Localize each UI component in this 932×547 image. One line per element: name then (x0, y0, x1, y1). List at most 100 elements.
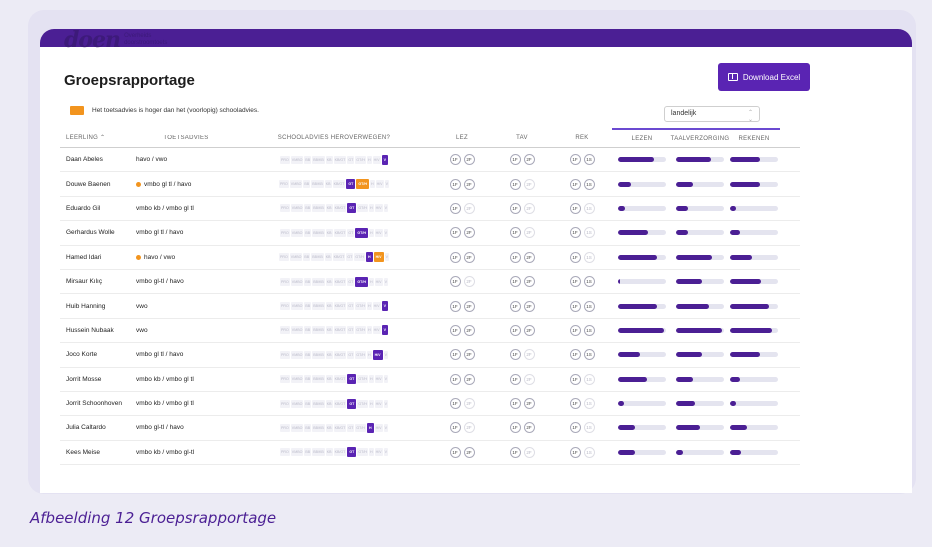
advice-chip[interactable]: KB/GT (333, 423, 347, 432)
advice-chip[interactable]: VMBO (290, 448, 304, 457)
advice-chip[interactable]: BB (304, 326, 312, 335)
advice-chip[interactable]: GT (347, 326, 355, 335)
advice-chip[interactable]: BB/KB (311, 253, 324, 262)
scope-select[interactable]: landelijk ⌃ ⌄ (664, 106, 760, 123)
advice-chip[interactable]: KB (325, 228, 333, 237)
advice-chip[interactable]: GT (347, 228, 355, 237)
advice-chip[interactable]: BB/KB (312, 326, 325, 335)
table-row[interactable]: Jorrit Mosse vmbo kb / vmbo gl tl PRO VMBO B… (60, 368, 800, 392)
advice-chip[interactable]: VMBO (290, 204, 304, 213)
advice-chip[interactable]: KB/GT (333, 399, 347, 408)
advice-chip[interactable]: BB/KB (312, 375, 325, 384)
advice-chip[interactable]: PRO (280, 228, 290, 237)
advice-chip[interactable]: V (383, 448, 388, 457)
advice-chip[interactable]: PRO (280, 277, 290, 286)
advice-chip[interactable]: GT (347, 155, 355, 164)
advice-chip[interactable]: H/V (374, 375, 383, 384)
table-row[interactable]: Hussein Nubaak vwo PRO VMBO BB BB/KB KB KB/GT GT… (60, 319, 800, 344)
advice-chip[interactable]: GT (347, 423, 355, 432)
advice-chip[interactable]: V (384, 180, 389, 189)
table-row[interactable]: Douwe Baenen vmbo gl tl / havo PRO VMBO BB BB… (60, 172, 800, 197)
advice-chip[interactable]: VMBO (289, 253, 303, 262)
advice-chip[interactable]: GT/H (356, 179, 369, 190)
table-row[interactable]: Jorrit Schoonhoven vmbo kb / vmbo gl tl PR… (60, 392, 800, 417)
advice-chip[interactable]: BB/KB (312, 155, 325, 164)
advice-chip[interactable]: V (383, 277, 388, 286)
advice-chip[interactable]: H (368, 277, 374, 286)
advice-chip[interactable]: V (381, 325, 388, 336)
advice-chip[interactable]: GT/H (357, 448, 368, 457)
advice-chip[interactable]: V (383, 399, 388, 408)
advice-chip[interactable]: H (366, 350, 372, 359)
advice-chip[interactable]: V (381, 154, 388, 165)
student-name[interactable]: Douwe Baenen (60, 181, 128, 188)
advice-chip[interactable]: PRO (280, 399, 290, 408)
advice-chip[interactable]: H (368, 228, 374, 237)
advice-chip[interactable]: H/V (372, 302, 381, 311)
advice-chip[interactable]: VMBO (290, 228, 304, 237)
student-name[interactable]: Hussein Nubaak (60, 327, 128, 334)
advice-chip[interactable]: BB (304, 277, 312, 286)
table-row[interactable]: Hamed Idari havo / vwo PRO VMBO BB BB/KB KB KB/… (60, 246, 800, 270)
table-row[interactable]: Joco Korte vmbo gl tl / havo PRO VMBO BB BB/K… (60, 343, 800, 368)
advice-chip[interactable]: H/V (372, 155, 381, 164)
advice-chip[interactable]: H (368, 375, 374, 384)
advice-chip[interactable]: H (369, 180, 375, 189)
advice-chip[interactable]: H/V (374, 228, 383, 237)
advice-chip[interactable]: KB (325, 423, 333, 432)
advice-chip[interactable]: KB/GT (332, 180, 346, 189)
advice-chip[interactable]: H/V (374, 448, 383, 457)
advice-chip[interactable]: KB (325, 448, 333, 457)
advice-chip[interactable]: H (368, 448, 374, 457)
advice-chip[interactable]: GT/H (355, 350, 366, 359)
advice-chip[interactable]: GT (347, 447, 357, 458)
advice-chip[interactable]: H/V (372, 349, 383, 360)
advice-chip[interactable]: GT/H (357, 399, 368, 408)
table-row[interactable]: Julia Caltardo vmbo gl-tl / havo PRO VMBO BB… (60, 416, 800, 441)
advice-chip[interactable]: H (368, 399, 374, 408)
advice-chip[interactable]: H/V (372, 326, 381, 335)
download-excel-button[interactable]: Download Excel (718, 63, 810, 91)
advice-chip[interactable]: BB (304, 375, 312, 384)
advice-chip[interactable]: KB (325, 302, 333, 311)
advice-chip[interactable]: GT (347, 398, 357, 409)
advice-chip[interactable]: GT/H (357, 204, 368, 213)
advice-chip[interactable]: H/V (374, 204, 383, 213)
advice-chip[interactable]: KB (325, 204, 333, 213)
advice-chip[interactable]: KB/GT (333, 277, 347, 286)
advice-chip[interactable]: PRO (280, 350, 290, 359)
table-row[interactable]: Kees Meise vmbo kb / vmbo gl-tl PRO VMBO BB B… (60, 441, 800, 466)
advice-chip[interactable]: PRO (280, 204, 290, 213)
advice-chip[interactable]: GT (347, 302, 355, 311)
advice-chip[interactable]: GT (347, 374, 357, 385)
advice-chip[interactable]: V (383, 204, 388, 213)
advice-chip[interactable]: GT/H (357, 375, 368, 384)
advice-chip[interactable]: PRO (280, 155, 290, 164)
advice-chip[interactable]: H (366, 302, 372, 311)
advice-chip[interactable]: BB/KB (312, 204, 325, 213)
student-name[interactable]: Jorrit Schoonhoven (60, 400, 128, 407)
student-name[interactable]: Huib Hanning (60, 303, 128, 310)
advice-chip[interactable]: GT (346, 253, 354, 262)
advice-chip[interactable]: H/V (374, 277, 383, 286)
advice-chip[interactable]: PRO (279, 180, 289, 189)
advice-chip[interactable]: KB (325, 350, 333, 359)
advice-chip[interactable]: KB (325, 277, 333, 286)
student-name[interactable]: Kees Meise (60, 449, 128, 456)
advice-chip[interactable]: GT/H (355, 276, 368, 287)
advice-chip[interactable]: BB/KB (311, 180, 324, 189)
advice-chip[interactable]: KB (325, 375, 333, 384)
table-row[interactable]: Mirsaur Kılıç vmbo gl-tl / havo PRO VMBO BB B… (60, 270, 800, 295)
advice-chip[interactable]: VMBO (290, 375, 304, 384)
advice-chip[interactable]: V (383, 423, 388, 432)
advice-chip[interactable]: VMBO (290, 423, 304, 432)
advice-chip[interactable]: H (366, 422, 374, 433)
advice-chip[interactable]: BB (304, 155, 312, 164)
advice-chip[interactable]: VMBO (290, 302, 304, 311)
advice-chip[interactable]: H (365, 252, 373, 263)
student-name[interactable]: Julia Caltardo (60, 424, 128, 431)
advice-chip[interactable]: GT/H (354, 253, 365, 262)
advice-chip[interactable]: GT (347, 350, 355, 359)
advice-chip[interactable]: PRO (280, 448, 290, 457)
advice-chip[interactable]: BB (304, 204, 312, 213)
